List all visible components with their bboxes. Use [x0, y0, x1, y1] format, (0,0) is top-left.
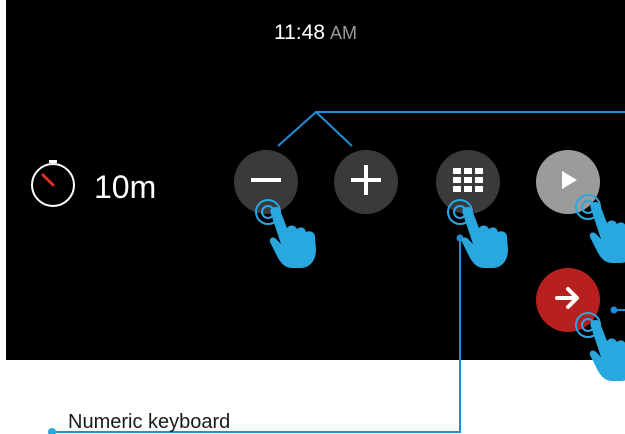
callout-overlay: [48, 110, 625, 434]
tap-gesture-minus: [255, 199, 316, 268]
callout-line-keyboard: [52, 238, 461, 433]
hand-pointer-icon: [461, 206, 508, 268]
tap-gesture-next: [575, 312, 625, 381]
hand-pointer-icon: [589, 201, 625, 263]
hand-pointer-icon: [589, 319, 625, 381]
tap-gesture-keyboard: [447, 199, 508, 268]
tap-gesture-play: [575, 194, 625, 263]
callout-dot-caption: [48, 428, 56, 434]
callout-bracket: [277, 110, 625, 147]
hand-pointer-icon: [269, 206, 316, 268]
callout-dot-next: [610, 306, 618, 314]
callout-label-numeric-keyboard: Numeric keyboard: [68, 411, 231, 433]
